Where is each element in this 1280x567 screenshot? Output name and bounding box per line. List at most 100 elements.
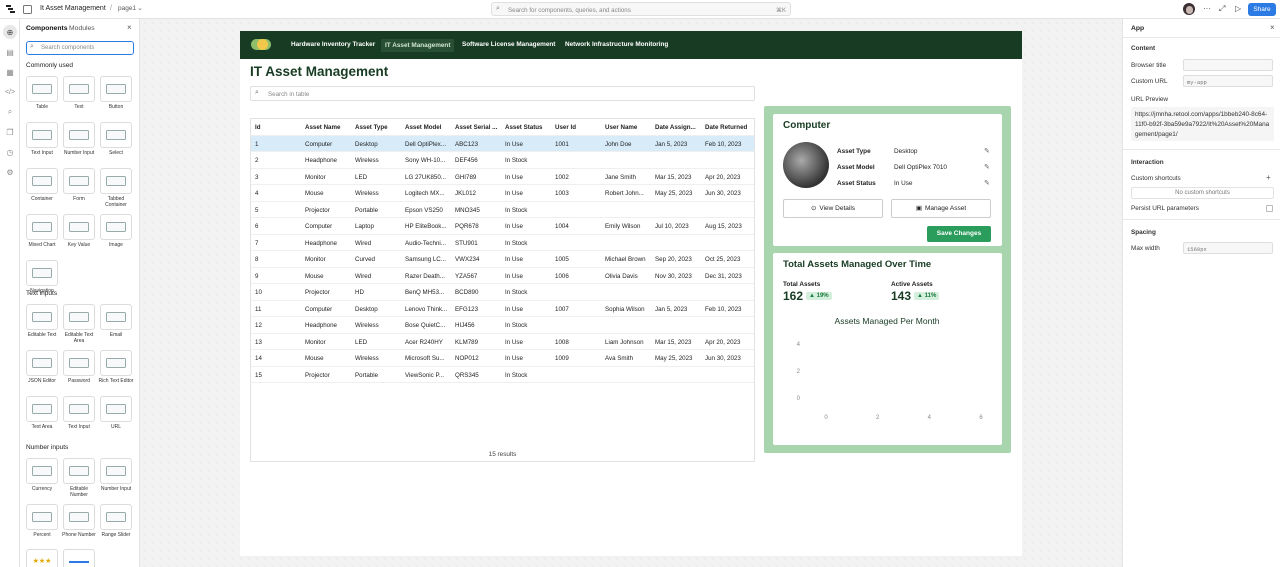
code-icon[interactable]: </> — [3, 85, 17, 99]
component-currency[interactable]: Currency — [24, 458, 60, 492]
column-header[interactable]: Asset Model — [405, 124, 452, 131]
close-icon[interactable]: × — [127, 23, 132, 32]
table-row[interactable]: 7 Headphone Wired Audio-Techni... STU901 In S… — [251, 235, 754, 251]
component-phone-number[interactable]: Phone Number — [61, 504, 97, 538]
component-text-input[interactable]: Text Input — [61, 396, 97, 430]
component-range-slider[interactable]: Range Slider — [98, 504, 134, 538]
avatar[interactable] — [1183, 3, 1195, 15]
table-cell: 3 — [255, 173, 259, 181]
component-number-input[interactable]: Number Input — [98, 458, 134, 492]
table-row[interactable]: 8 Monitor Curved Samsung LC... VWX234 In Use 1… — [251, 251, 754, 268]
tab-components[interactable]: Components — [26, 25, 68, 32]
component-password[interactable]: Password — [61, 350, 97, 384]
column-header[interactable]: Asset Type — [355, 124, 402, 131]
close-icon[interactable]: × — [1270, 23, 1275, 32]
modules-icon[interactable]: ▦ — [3, 65, 17, 79]
add-icon[interactable]: + — [1266, 173, 1271, 182]
save-changes-button[interactable]: Save Changes — [927, 226, 991, 242]
settings-icon[interactable]: ⚙ — [3, 165, 17, 179]
table-row[interactable]: 1 Computer Desktop Dell OptiPlex... ABC123 In… — [251, 135, 754, 152]
component-select[interactable]: Select — [98, 122, 134, 156]
column-header[interactable]: Date Returned — [705, 124, 752, 131]
table-search-input[interactable]: ⌕ Search in table — [250, 86, 755, 101]
table-row[interactable]: 5 Projector Portable Epson VS250 MNO345 In St… — [251, 202, 754, 218]
table-row[interactable]: 4 Mouse Wireless Logitech MX... JKL012 In Use… — [251, 185, 754, 202]
retool-logo-icon[interactable] — [5, 4, 15, 14]
table-row[interactable]: 13 Monitor LED Acer R240HY KLM789 In Use 1008 L… — [251, 334, 754, 350]
table-cell: Audio-Techni... — [405, 239, 446, 247]
max-width-input[interactable]: 1560px — [1183, 242, 1273, 254]
table-row[interactable]: 9 Mouse Wired Razer Death... YZA567 In Use 100… — [251, 268, 754, 284]
column-header[interactable]: Id — [255, 124, 302, 131]
component-container[interactable]: Container — [24, 168, 60, 202]
column-header[interactable]: User Name — [605, 124, 652, 131]
table-row[interactable]: 6 Computer Laptop HP EliteBook... PQR678 In U… — [251, 218, 754, 235]
component-navigation[interactable]: Navigation — [24, 260, 60, 294]
component-button[interactable]: Button — [98, 76, 134, 110]
nav-network-monitoring[interactable]: Network Infrastructure Monitoring — [565, 41, 668, 48]
component-tabbed-container[interactable]: Tabbed Container — [98, 168, 134, 208]
inspector-panel: App × Content Browser title Custom URL m… — [1122, 19, 1280, 567]
nav-it-asset-management[interactable]: IT Asset Management — [381, 39, 455, 52]
search-icon[interactable]: ⌕ — [3, 105, 17, 119]
sidebar-toggle-icon[interactable] — [23, 5, 32, 14]
table-row[interactable]: 3 Monitor LED LG 27UK850... GHI789 In Use 1002… — [251, 169, 754, 185]
expand-icon[interactable]: ⤢ — [1219, 4, 1225, 14]
edit-icon[interactable]: ✎ — [984, 147, 990, 155]
edit-icon[interactable]: ✎ — [984, 179, 990, 187]
component-editable-number[interactable]: Editable Number — [61, 458, 97, 498]
browser-title-input[interactable] — [1183, 59, 1273, 71]
tab-modules[interactable]: Modules — [69, 25, 95, 32]
manage-asset-button[interactable]: ▣ Manage Asset — [891, 199, 991, 218]
table-row[interactable]: 10 Projector HD BenQ MH53... BCD890 In Stock — [251, 284, 754, 301]
play-icon[interactable]: ▷ — [1235, 4, 1241, 13]
top-bar: It Asset Management / page1 ⌄ ⌕ Search f… — [0, 0, 1280, 19]
component-email[interactable]: Email — [98, 304, 134, 338]
component-table[interactable]: Table — [24, 76, 60, 110]
persist-url-checkbox[interactable] — [1266, 205, 1273, 212]
component-label: Currency — [31, 486, 53, 492]
component-rich-text-editor[interactable]: Rich Text Editor — [98, 350, 134, 384]
column-header[interactable]: Asset Name — [305, 124, 352, 131]
nav-software-license[interactable]: Software License Management — [462, 41, 555, 48]
table-row[interactable]: 11 Computer Desktop Lenovo Think... EFG123 In… — [251, 301, 754, 317]
state-icon[interactable]: ❐ — [3, 125, 17, 139]
chevron-down-icon[interactable]: ⌄ — [137, 4, 143, 12]
edit-icon[interactable]: ✎ — [984, 163, 990, 171]
table-row[interactable]: 15 Projector Portable ViewSonic P... QRS345 I… — [251, 367, 754, 383]
component-slider[interactable] — [61, 549, 97, 567]
nav-hardware-inventory[interactable]: Hardware Inventory Tracker — [291, 41, 375, 48]
component-number-input[interactable]: Number Input — [61, 122, 97, 156]
component-form[interactable]: Form — [61, 168, 97, 202]
share-button[interactable]: Share — [1248, 3, 1276, 16]
component-rating[interactable]: ★★★ — [24, 549, 60, 567]
column-header[interactable]: Asset Status — [505, 124, 552, 131]
column-header[interactable]: Date Assign... — [655, 124, 702, 131]
component-mixed-chart[interactable]: Mixed Chart — [24, 214, 60, 248]
more-icon[interactable]: ··· — [1203, 4, 1211, 13]
component-search-input[interactable]: ⌕ Search components — [26, 41, 134, 55]
components-icon[interactable]: ⊕ — [3, 25, 17, 39]
view-details-button[interactable]: ⊙ View Details — [783, 199, 883, 218]
component-editable-text-area[interactable]: Editable Text Area — [61, 304, 97, 344]
app-title[interactable]: It Asset Management — [40, 5, 106, 12]
table-row[interactable]: 12 Headphone Wireless Bose QuietC... HIJ456 I… — [251, 317, 754, 334]
global-search-input[interactable]: ⌕ Search for components, queries, and ac… — [491, 2, 791, 16]
component-json-editor[interactable]: JSON Editor — [24, 350, 60, 384]
component-percent[interactable]: Percent — [24, 504, 60, 538]
component-text-input[interactable]: Text Input — [24, 122, 60, 156]
table-row[interactable]: 2 Headphone Wireless Sony WH-10... DEF456 In … — [251, 152, 754, 169]
component-text-area[interactable]: Text Area — [24, 396, 60, 430]
custom-url-input[interactable]: my-app — [1183, 75, 1273, 87]
column-header[interactable]: User Id — [555, 124, 602, 131]
component-key-value[interactable]: Key Value — [61, 214, 97, 248]
page-selector[interactable]: page1 — [118, 5, 136, 12]
table-row[interactable]: 14 Mouse Wireless Microsoft Su... NOP012 In U… — [251, 350, 754, 367]
component-image[interactable]: Image — [98, 214, 134, 248]
history-icon[interactable]: ◷ — [3, 145, 17, 159]
column-header[interactable]: Asset Serial ... — [455, 124, 502, 131]
component-text[interactable]: Text — [61, 76, 97, 110]
component-editable-text[interactable]: Editable Text — [24, 304, 60, 338]
component-url[interactable]: URL — [98, 396, 134, 430]
pages-icon[interactable]: ▤ — [3, 45, 17, 59]
